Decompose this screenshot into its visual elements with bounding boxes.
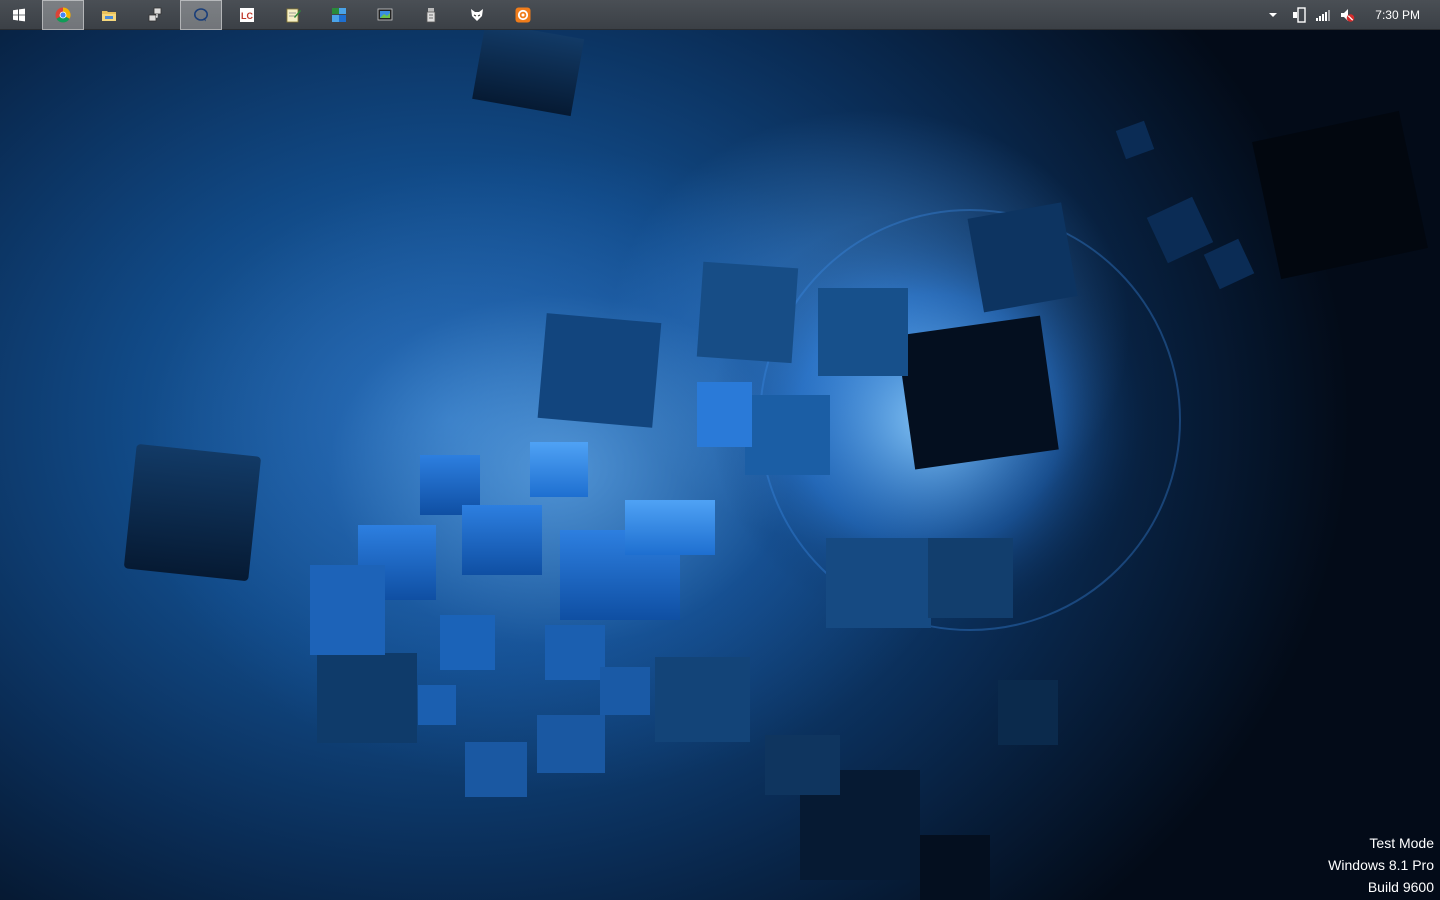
wallpaper-cubes [124, 21, 1428, 900]
chrome-icon [55, 7, 71, 23]
tray-volume-button[interactable] [1336, 0, 1358, 30]
signal-bars-icon [1316, 10, 1330, 21]
taskbar-network-tool-button[interactable] [134, 0, 176, 30]
taskbar-notepad-button[interactable] [272, 0, 314, 30]
chevron-up-icon [1269, 13, 1277, 17]
start-button[interactable] [0, 0, 38, 30]
taskbar: LC 7:30 PM [0, 0, 1440, 30]
taskbar-orange-app-button[interactable] [502, 0, 544, 30]
watermark-edition: Windows 8.1 Pro [1328, 857, 1434, 873]
taskbar-remote-desktop-button[interactable] [318, 0, 360, 30]
volume-muted-icon [1341, 9, 1355, 22]
orange-circle-icon [515, 7, 531, 23]
svg-text:LC: LC [241, 11, 253, 21]
notepad-icon [286, 8, 301, 23]
taskbar-screen-capture-button[interactable] [364, 0, 406, 30]
usb-drive-icon [426, 8, 436, 23]
fox-icon [471, 9, 483, 21]
desktop-wallpaper [0, 0, 1440, 900]
chat-bubble-icon [194, 8, 208, 22]
network-icon [148, 7, 162, 22]
taskbar-chrome-button[interactable] [42, 0, 84, 30]
os-watermark: Test Mode Windows 8.1 Pro Build 9600 [1328, 832, 1434, 898]
taskbar-clock[interactable]: 7:30 PM [1375, 0, 1420, 30]
taskbar-chat-button[interactable] [180, 0, 222, 30]
taskbar-fox-app-button[interactable] [456, 0, 498, 30]
watermark-build: Build 9600 [1367, 879, 1434, 895]
taskbar-usb-tool-button[interactable] [410, 0, 452, 30]
folder-icon [102, 11, 116, 21]
taskbar-file-explorer-button[interactable] [88, 0, 130, 30]
tray-overflow-button[interactable] [1262, 0, 1284, 30]
tray-device-button[interactable] [1288, 0, 1310, 30]
taskbar-lc-app-button[interactable]: LC [226, 0, 268, 30]
watermark-test-mode: Test Mode [1369, 835, 1434, 851]
device-icon [1293, 7, 1306, 23]
screenshot-icon [377, 8, 393, 21]
remote-desktop-icon [332, 8, 346, 22]
lc-icon: LC [240, 8, 254, 22]
tray-network-button[interactable] [1312, 0, 1334, 30]
windows-logo-icon [13, 8, 25, 22]
